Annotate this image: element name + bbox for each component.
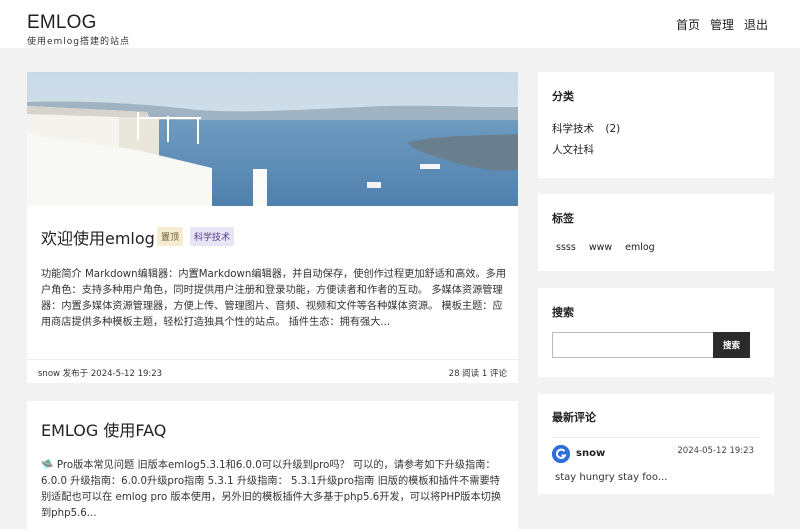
post-title[interactable]: EMLOG 使用FAQ: [41, 417, 166, 441]
divider: [552, 437, 760, 438]
comment-date: 2024-05-12 19:23: [677, 446, 754, 456]
post-meta-stats: 28 阅读 1 评论: [448, 369, 507, 379]
search-input[interactable]: [552, 332, 714, 358]
post-cover-image[interactable]: [27, 72, 518, 206]
search-button[interactable]: 搜索: [713, 332, 750, 358]
category-badge[interactable]: 科学技术: [190, 227, 235, 246]
nav-logout-link[interactable]: 退出: [744, 16, 768, 33]
post-footer: snow 发布于 2024-5-12 19:23 28 阅读 1 评论: [27, 359, 518, 383]
post-card: 欢迎使用emlog 置顶 科学技术 功能简介 Markdown编辑器：内置Mar…: [27, 72, 518, 383]
category-label[interactable]: 人文社科: [552, 144, 594, 156]
tag-link[interactable]: www: [589, 242, 612, 253]
category-label[interactable]: 科学技术: [552, 123, 594, 135]
comments-widget: 最新评论 snow 2024-05-12 19:23 stay hungry s…: [538, 394, 774, 494]
post-meta-author-date: snow 发布于 2024-5-12 19:23: [38, 369, 163, 379]
top-nav: 首页 管理 退出: [676, 16, 768, 33]
tag-link[interactable]: emlog: [625, 242, 655, 253]
post-title[interactable]: 欢迎使用emlog: [41, 225, 155, 249]
widget-title: 最新评论: [552, 411, 596, 424]
comment-author[interactable]: snow: [576, 448, 605, 459]
site-logo[interactable]: EMLOG: [27, 12, 97, 34]
tag-widget: 标签 ssss www emlog: [538, 194, 774, 271]
post-card: EMLOG 使用FAQ 🛸 Pro版本常见问题 旧版本emlog5.3.1和6.…: [27, 401, 518, 529]
widget-title: 标签: [552, 212, 574, 225]
nav-admin-link[interactable]: 管理: [710, 16, 734, 33]
tag-list: ssss www emlog: [556, 242, 655, 253]
widget-title: 分类: [552, 90, 574, 103]
nav-home-link[interactable]: 首页: [676, 16, 700, 33]
post-excerpt: 🛸 Pro版本常见问题 旧版本emlog5.3.1和6.0.0可以升级到pro吗…: [41, 460, 502, 519]
category-item[interactable]: 科学技术 (2): [552, 121, 620, 136]
avatar: [552, 445, 570, 463]
widget-title: 搜索: [552, 306, 574, 319]
site-header: EMLOG 使用emlog搭建的站点 首页 管理 退出: [0, 0, 800, 48]
category-count: (2): [605, 123, 621, 135]
tag-link[interactable]: ssss: [556, 242, 576, 253]
post-excerpt: 功能简介 Markdown编辑器：内置Markdown编辑器，并自动保存，使创作…: [41, 269, 507, 328]
search-widget: 搜索 搜索: [538, 288, 774, 377]
category-widget: 分类 科学技术 (2) 人文社科: [538, 72, 774, 178]
category-item[interactable]: 人文社科: [552, 142, 594, 157]
sticky-badge: 置顶: [157, 227, 184, 246]
comment-text[interactable]: stay hungry stay foo...: [555, 472, 667, 483]
site-tagline: 使用emlog搭建的站点: [27, 37, 131, 47]
